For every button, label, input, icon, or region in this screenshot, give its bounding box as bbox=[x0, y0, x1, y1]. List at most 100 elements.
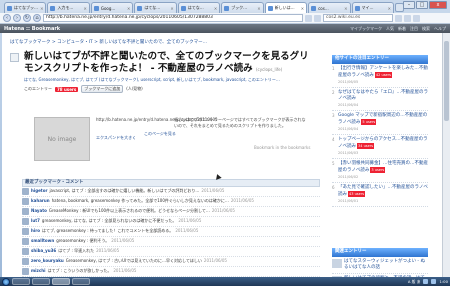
users-badge[interactable]: 5 users bbox=[361, 119, 377, 125]
tab[interactable]: マイ… ✕ bbox=[351, 2, 394, 13]
network-icon[interactable] bbox=[423, 279, 429, 284]
users-badge[interactable]: 78 users bbox=[55, 86, 79, 92]
comment-date: 2011/06/05 bbox=[178, 218, 202, 223]
hatena-link[interactable]: マイブックマーク bbox=[350, 26, 382, 32]
taskbar-app[interactable] bbox=[72, 278, 90, 285]
avatar[interactable] bbox=[22, 238, 29, 245]
avatar[interactable] bbox=[22, 268, 29, 275]
sidebar-entry[interactable]: 4 トップページからのアクセス…不動産屋のラノベ読み 34 users 2011/06… bbox=[332, 135, 428, 159]
related-entry-text[interactable]: はてなスターウィジェットがつよい - ぬるいはてな人の話 bbox=[344, 259, 428, 271]
avatar[interactable] bbox=[22, 218, 29, 225]
nav-toolbar: ‹ › ↻ ⌂ http://b.hatena.ne.jp/entry/d.ha… bbox=[0, 13, 450, 24]
avatar[interactable] bbox=[22, 228, 29, 235]
maximize-button[interactable]: □ bbox=[416, 1, 428, 9]
sidebar-entry[interactable]: 5 【赤い羽根共同募金】…住宅売買の…不動産屋のラノベ読み 3 users 2011/… bbox=[332, 159, 428, 183]
tab[interactable]: 入力モ… ✕ bbox=[47, 2, 90, 13]
taskbar-app-firefox[interactable] bbox=[52, 278, 70, 285]
users-badge[interactable]: 34 users bbox=[357, 143, 375, 149]
comment-row: higetor javascript, はてブ : 全部出すのは確かに嬉しい機能。… bbox=[22, 187, 320, 197]
tab-favicon-icon bbox=[180, 5, 186, 11]
comment-user[interactable]: smalltown bbox=[31, 238, 54, 243]
sidebar-entry[interactable]: 3 Google マップで新宿駅周辺の…不動産屋のラノベ読み 5 users 2011… bbox=[332, 111, 428, 135]
tab-close-icon[interactable]: ✕ bbox=[344, 6, 347, 11]
avatar[interactable] bbox=[22, 248, 29, 255]
comment-user[interactable]: kaharun bbox=[31, 198, 50, 203]
breadcrumb[interactable]: はてなブックマーク > コンピュータ・IT > 新しいはてな不評と聞いたので、全… bbox=[10, 39, 207, 45]
tab-close-icon[interactable]: ✕ bbox=[214, 6, 217, 11]
entry-title[interactable]: Google マップで新宿駅周辺の…不動産屋のラノベ読み bbox=[338, 113, 427, 125]
related-entry[interactable]: はてなスターウィジェットがつよい - ぬるいはてな人の話 bbox=[332, 257, 428, 274]
avatar[interactable] bbox=[22, 208, 29, 215]
taskbar-app[interactable] bbox=[32, 278, 50, 285]
close-button[interactable]: x bbox=[429, 1, 447, 9]
tab[interactable]: はてなブックマーク✕ bbox=[4, 2, 47, 13]
comment-user[interactable]: higetor bbox=[31, 188, 47, 193]
page-title-sub: (cyclops_life) bbox=[256, 67, 283, 72]
tab[interactable]: ブック… ✕ bbox=[221, 2, 264, 13]
entry-title[interactable]: なぜはてなはやたら『エロ』…不動産屋のラノベ読み bbox=[338, 90, 428, 101]
tab-close-icon[interactable]: ✕ bbox=[388, 6, 391, 11]
sidebar-entry[interactable]: 1 【出行き情報】アンケートを楽しみた…不動産屋のラノベ読み 42 users 201… bbox=[332, 64, 428, 88]
tab-close-icon[interactable]: ✕ bbox=[257, 6, 260, 11]
home-icon[interactable]: ⌂ bbox=[33, 14, 41, 22]
addon-icon[interactable] bbox=[404, 14, 411, 22]
sidebar-entry[interactable]: 6 「あた見で確認したい」…不動産屋のラノベ読み 43 users 2011/06/0… bbox=[332, 183, 428, 207]
comment-user[interactable]: Nayato bbox=[31, 208, 47, 213]
extra-links[interactable]: (人/見物) bbox=[126, 86, 142, 92]
minimize-button[interactable]: – bbox=[403, 1, 415, 9]
scrollbar-thumb[interactable] bbox=[444, 41, 449, 121]
entry-title[interactable]: トップページからのアクセス…不動産屋のラノベ読み bbox=[338, 137, 428, 149]
forward-icon[interactable]: › bbox=[13, 14, 21, 22]
tab-close-icon[interactable]: ✕ bbox=[40, 6, 43, 11]
sidebar-entry[interactable]: 2 なぜはてなはやたら『エロ』…不動産屋のラノベ読み 2011/06/04 bbox=[332, 88, 428, 111]
hatena-link[interactable]: 注目 bbox=[410, 26, 418, 32]
hatena-brand[interactable]: Hatena :: Bookmark bbox=[4, 26, 60, 32]
tab[interactable]: cos… ✕ bbox=[308, 2, 351, 13]
comment-date: 2011/06/05 bbox=[203, 258, 227, 263]
tab-close-icon[interactable]: ✕ bbox=[170, 6, 173, 11]
tab-active[interactable]: 新しいは… ✕ bbox=[264, 2, 308, 13]
start-button[interactable] bbox=[2, 277, 10, 286]
ime-indicator[interactable]: A 般 あ bbox=[408, 279, 421, 285]
tab-close-icon[interactable]: ✕ bbox=[301, 6, 304, 11]
page-title[interactable]: 新しいはてブが不評と聞いたので、全てのブックマークを見るグリモンスクリプトを作っ… bbox=[24, 51, 312, 76]
comment-user[interactable]: mizchi bbox=[31, 268, 45, 273]
tab[interactable]: はてな… ✕ bbox=[134, 2, 177, 13]
reload-icon[interactable]: ↻ bbox=[23, 14, 31, 22]
avatar[interactable] bbox=[22, 188, 29, 195]
users-badge[interactable]: 43 users bbox=[348, 191, 366, 197]
vertical-scrollbar[interactable] bbox=[442, 33, 450, 277]
hatena-link[interactable]: 新着 bbox=[398, 26, 406, 32]
sidebar-related: 関連エントリー はてなスターウィジェットがつよい - ぬるいはてな人の話新しいは… bbox=[332, 248, 428, 277]
search-input[interactable]: cos2.wiki.eu.es bbox=[323, 14, 393, 22]
tab-close-icon[interactable]: ✕ bbox=[84, 6, 87, 11]
zoom-link[interactable]: エクスパンドを大きく bbox=[96, 135, 136, 141]
back-icon[interactable]: ‹ bbox=[3, 14, 11, 22]
tab-close-icon[interactable]: ✕ bbox=[127, 6, 130, 11]
comment-user[interactable]: lut7 bbox=[31, 218, 40, 223]
search-icon[interactable] bbox=[395, 14, 402, 22]
bookmark-star-icon[interactable] bbox=[305, 14, 312, 22]
clock[interactable]: 1:00 bbox=[439, 279, 448, 284]
tab[interactable]: Goog… ✕ bbox=[90, 2, 134, 13]
view-page-link[interactable]: このページを見る bbox=[144, 131, 176, 137]
tag-list[interactable]: はてな, Greasemonkey, はてブ, はてブ (はてなブックマーク),… bbox=[24, 77, 314, 83]
comment-user[interactable]: shiba_yu36 bbox=[31, 248, 56, 253]
users-badge[interactable]: 3 users bbox=[370, 167, 386, 173]
avatar[interactable] bbox=[22, 198, 29, 205]
comment-user[interactable]: zero_kouryaku bbox=[31, 258, 64, 263]
menu-icon[interactable] bbox=[413, 14, 420, 22]
volume-icon[interactable] bbox=[431, 279, 437, 284]
preview-url[interactable]: http://b.hatena.ne.jp/entry/d.hatena.ne.… bbox=[96, 117, 218, 123]
tab[interactable]: はてな… ✕ bbox=[177, 2, 221, 13]
hatena-link[interactable]: 人気 bbox=[386, 26, 394, 32]
avatar[interactable] bbox=[22, 258, 29, 265]
users-badge[interactable]: 42 users bbox=[374, 72, 392, 78]
add-bookmark-button[interactable]: ブックマークに追加 bbox=[81, 85, 124, 93]
taskbar-app[interactable] bbox=[12, 278, 30, 285]
hatena-link[interactable]: 検索 bbox=[422, 26, 430, 32]
address-bar[interactable]: http://b.hatena.ne.jp/entry/d.hatena.ne.… bbox=[43, 14, 303, 22]
hatena-link[interactable]: ヘルプ bbox=[434, 26, 446, 32]
rss-icon[interactable] bbox=[314, 14, 321, 22]
comment-user[interactable]: hiro bbox=[31, 228, 40, 233]
